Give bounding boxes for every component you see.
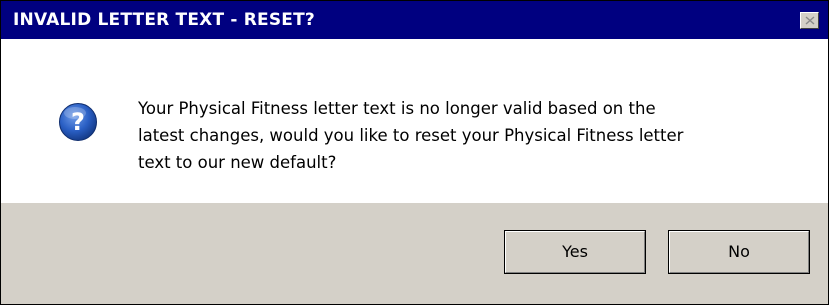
yes-button[interactable]: Yes xyxy=(504,230,646,274)
question-icon: ? xyxy=(59,103,97,141)
dialog-title: INVALID LETTER TEXT - RESET? xyxy=(13,10,315,30)
message-line: Your Physical Fitness letter text is no … xyxy=(138,99,656,118)
yes-button-label: Yes xyxy=(562,242,588,261)
dialog-message: Your Physical Fitness letter text is no … xyxy=(138,95,798,176)
close-icon xyxy=(805,16,815,25)
no-button-label: No xyxy=(728,242,750,261)
dialog-body: ? Your Physical Fitness letter text is n… xyxy=(1,39,828,203)
svg-text:?: ? xyxy=(71,108,85,136)
no-button[interactable]: No xyxy=(668,230,810,274)
title-bar[interactable]: INVALID LETTER TEXT - RESET? xyxy=(1,1,828,39)
message-line: latest changes, would you like to reset … xyxy=(138,126,684,145)
button-bar: Yes No xyxy=(1,203,828,304)
close-button[interactable] xyxy=(800,12,819,29)
dialog-window: INVALID LETTER TEXT - RESET? ? Your Phys… xyxy=(0,0,829,305)
message-line: text to our new default? xyxy=(138,153,337,172)
